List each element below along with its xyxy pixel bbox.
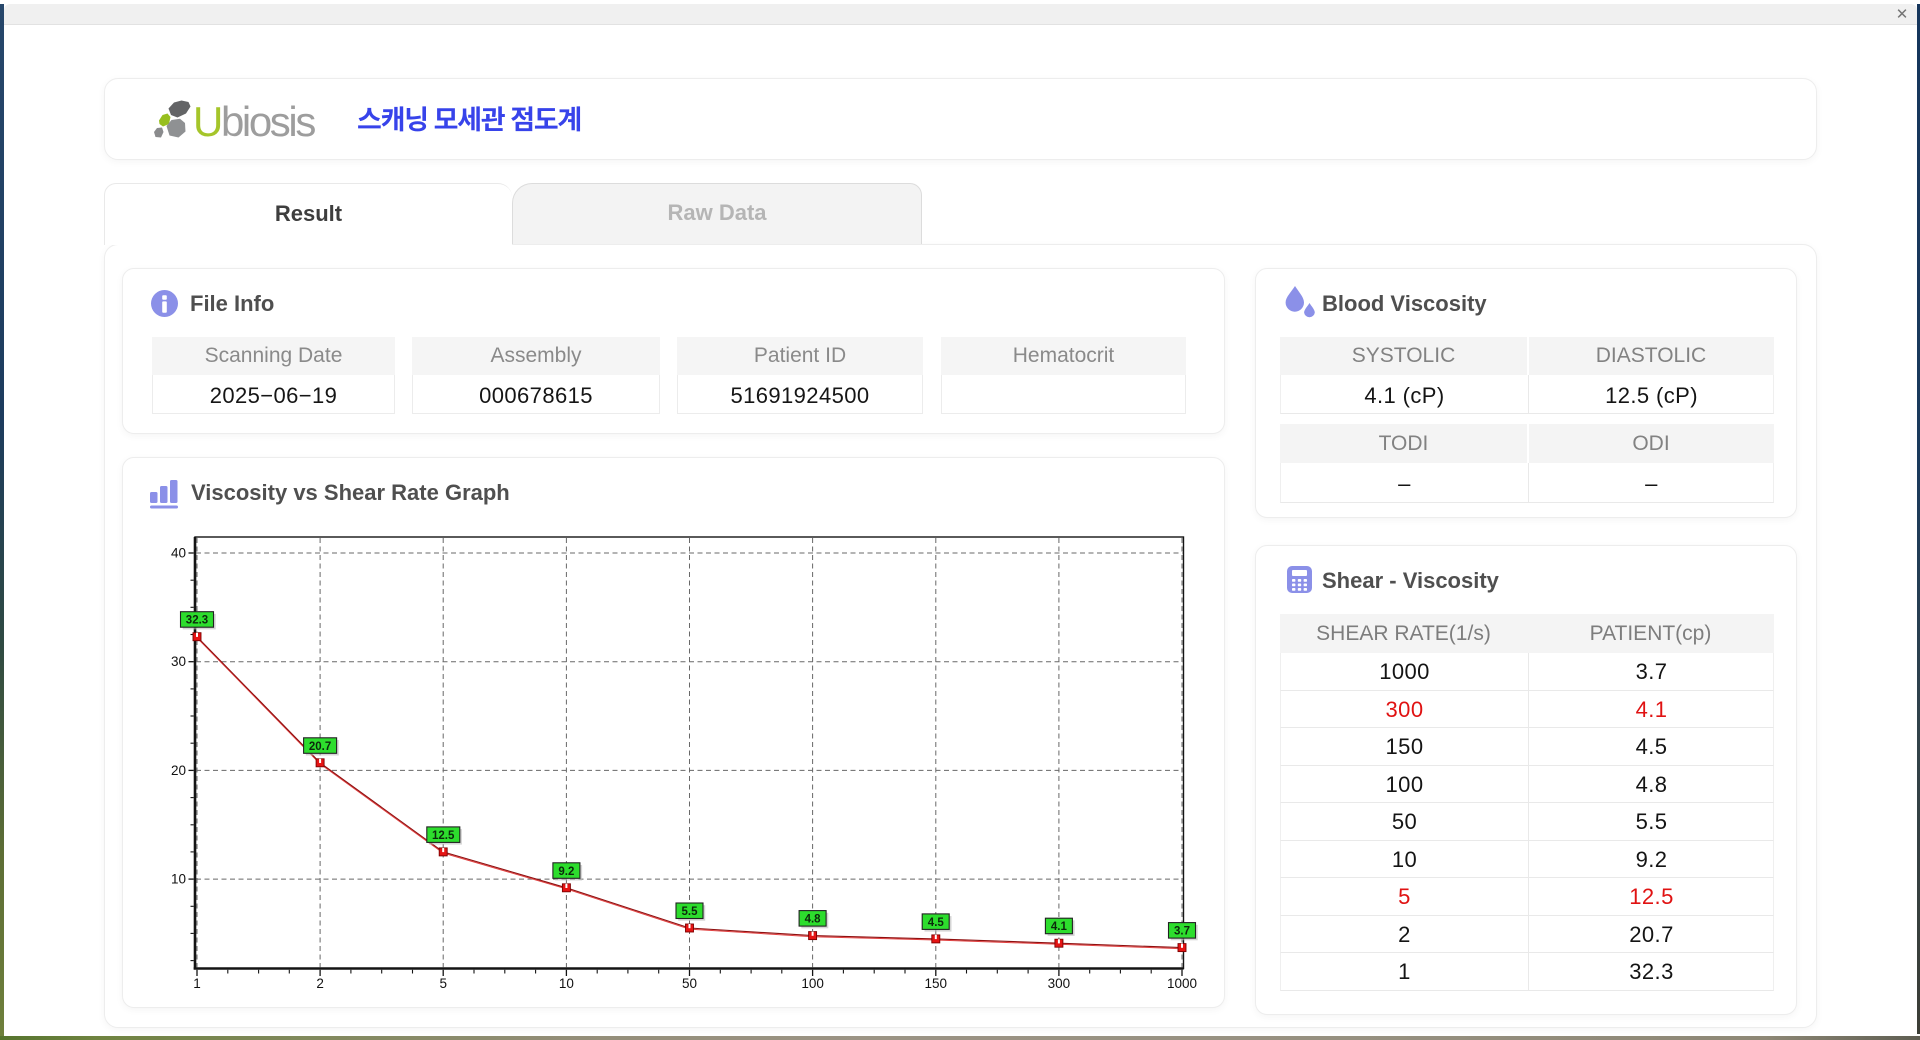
svg-text:150: 150 <box>925 976 948 991</box>
svg-text:10: 10 <box>171 872 186 887</box>
svg-text:Ubiosis: Ubiosis <box>193 98 315 145</box>
svg-text:300: 300 <box>1048 976 1071 991</box>
svg-text:20.7: 20.7 <box>309 741 331 753</box>
svg-text:5: 5 <box>439 976 447 991</box>
svg-text:2: 2 <box>316 976 324 991</box>
svg-text:1000: 1000 <box>1167 976 1197 991</box>
svg-text:30: 30 <box>171 654 186 669</box>
svg-text:9.2: 9.2 <box>558 866 574 878</box>
svg-text:40: 40 <box>171 546 186 561</box>
svg-text:5.5: 5.5 <box>682 906 699 918</box>
svg-text:20: 20 <box>171 763 186 778</box>
svg-text:1: 1 <box>193 976 201 991</box>
svg-text:4.8: 4.8 <box>805 914 822 926</box>
svg-text:100: 100 <box>801 976 824 991</box>
svg-text:10: 10 <box>559 976 574 991</box>
svg-text:12.5: 12.5 <box>432 830 455 842</box>
svg-text:50: 50 <box>682 976 697 991</box>
svg-text:4.1: 4.1 <box>1051 921 1068 933</box>
svg-text:32.3: 32.3 <box>186 615 208 627</box>
svg-text:3.7: 3.7 <box>1174 926 1190 938</box>
svg-text:4.5: 4.5 <box>928 917 945 929</box>
